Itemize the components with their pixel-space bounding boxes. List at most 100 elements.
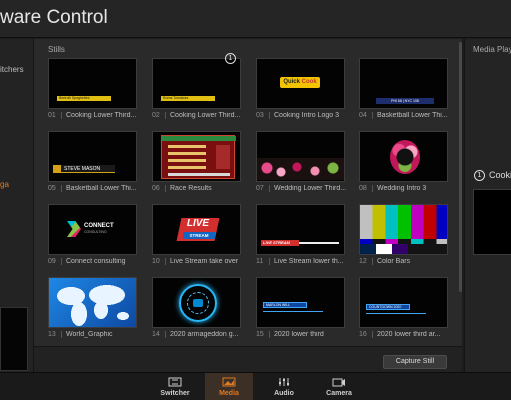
still-tile[interactable]: 08 Wedding Intro 3: [359, 131, 449, 202]
tab-label: Switcher: [160, 390, 190, 397]
still-number: 11: [256, 258, 270, 265]
still-tile[interactable]: MARLON WILL 15 2020 lower third: [256, 277, 346, 343]
score-bug: PHI 68 | NYC 108: [376, 98, 434, 104]
active-still-badge: 1: [225, 53, 236, 64]
tab-camera[interactable]: Camera: [315, 373, 363, 400]
still-caption: 10 Live Stream take over: [152, 258, 242, 270]
stills-scrollbar[interactable]: [459, 42, 462, 292]
still-caption: 11 Live Stream lower th...: [256, 258, 346, 270]
still-tile[interactable]: STEVE MASON 05 Basketball Lower Thi...: [48, 131, 138, 202]
still-caption: 03 Cooking Intro Logo 3: [256, 112, 346, 124]
tab-label: Camera: [326, 390, 352, 397]
lower-third-bar: Bertrolli Spaghettini: [57, 96, 111, 101]
still-caption: 01 Cooking Lower Third...: [48, 112, 138, 124]
still-thumbnail[interactable]: Bertrolli Spaghettini: [48, 58, 137, 109]
still-thumbnail[interactable]: MARLON WILL: [256, 277, 345, 328]
still-caption: 02 Cooking Lower Third...: [152, 112, 242, 124]
still-thumbnail[interactable]: LIVE STREAM: [152, 204, 241, 255]
still-tile[interactable]: 13 World_Graphic: [48, 277, 138, 343]
still-tile[interactable]: 12 Color Bars: [359, 204, 449, 275]
still-tile[interactable]: CONNECT CONSULTING 09 Connect consulting: [48, 204, 138, 275]
still-thumbnail[interactable]: PHI 68 | NYC 108: [359, 58, 448, 109]
still-tile[interactable]: Roma Tomatoes 02 Cooking Lower Third...: [152, 58, 242, 129]
connect-subtitle: CONSULTING: [84, 230, 107, 234]
still-thumbnail[interactable]: [48, 277, 137, 328]
still-tile[interactable]: 14 2020 armageddon g...: [152, 277, 242, 343]
still-label: Cooking Intro Logo 3: [274, 112, 339, 119]
capture-still-button[interactable]: Capture Still: [383, 355, 447, 369]
still-tile[interactable]: LIVE STREAM 11 Live Stream lower th...: [256, 204, 346, 275]
camera-icon: [332, 378, 345, 387]
still-number: 16: [359, 331, 373, 338]
still-label: World_Graphic: [66, 331, 113, 338]
still-label: Color Bars: [377, 258, 411, 265]
still-number: 14: [152, 331, 166, 338]
bottom-tab-bar: Switcher Media Audio Camera: [0, 372, 511, 400]
still-thumbnail[interactable]: LIVE STREAM: [256, 204, 345, 255]
stills-grid: Bertrolli Spaghettini 01 Cooking Lower Thi…: [48, 58, 458, 343]
still-tile[interactable]: Quick Cook 03 Cooking Intro Logo 3: [256, 58, 346, 129]
tab-label: Audio: [274, 390, 294, 397]
still-tile[interactable]: PHI 68 | NYC 108 04 Basketball Lower Thi..…: [359, 58, 449, 129]
still-label: Cooking Lower Third...: [170, 112, 241, 119]
connect-wordmark: CONNECT: [84, 223, 114, 229]
left-item-active[interactable]: ga: [0, 180, 9, 189]
still-thumbnail[interactable]: Roma Tomatoes: [152, 58, 241, 109]
still-caption: 05 Basketball Lower Thi...: [48, 185, 138, 197]
still-label: Race Results: [170, 185, 212, 192]
name-strap: STEVE MASON: [53, 165, 115, 173]
title-bar: ware Control: [0, 0, 511, 38]
stills-footer: Capture Still: [34, 346, 462, 372]
race-results-board: [161, 135, 236, 179]
still-number: 09: [48, 258, 62, 265]
still-number: 01: [48, 112, 62, 119]
still-caption: 04 Basketball Lower Thi...: [359, 112, 449, 124]
still-thumbnail[interactable]: CONNECT CONSULTING: [48, 204, 137, 255]
tab-media[interactable]: Media: [205, 373, 253, 400]
still-number: 07: [256, 185, 270, 192]
still-tile[interactable]: 07 Wedding Lower Third...: [256, 131, 346, 202]
left-panel: itchers ga: [0, 39, 34, 372]
still-caption: 12 Color Bars: [359, 258, 449, 270]
still-label: Wedding Lower Third...: [274, 185, 346, 192]
still-number: 12: [359, 258, 373, 265]
media-player-header: Media Playe: [473, 45, 511, 54]
still-number: 05: [48, 185, 62, 192]
tab-switcher[interactable]: Switcher: [151, 373, 199, 400]
still-label: Connect consulting: [66, 258, 126, 265]
still-thumbnail[interactable]: [152, 277, 241, 328]
still-thumbnail[interactable]: COUNTDOWN 2020: [359, 277, 448, 328]
still-thumbnail[interactable]: [152, 131, 241, 182]
media-icon: [222, 377, 236, 387]
still-tile[interactable]: 06 Race Results: [152, 131, 242, 202]
still-label: 2020 lower third ar...: [377, 331, 441, 338]
tab-audio[interactable]: Audio: [260, 373, 308, 400]
still-label: 2020 lower third: [274, 331, 324, 338]
still-number: 13: [48, 331, 62, 338]
live-stream-lower-third: LIVE STREAM: [261, 240, 299, 246]
still-number: 02: [152, 112, 166, 119]
left-item-switchers[interactable]: itchers: [0, 65, 24, 74]
still-thumbnail[interactable]: [359, 204, 448, 255]
still-label: Cooking Lower Third...: [66, 112, 137, 119]
still-label: Live Stream lower th...: [274, 258, 344, 265]
still-thumbnail[interactable]: STEVE MASON: [48, 131, 137, 182]
still-caption: 07 Wedding Lower Third...: [256, 185, 346, 197]
live-text: LIVE: [186, 218, 210, 229]
floral-wreath: [390, 140, 420, 174]
floral-lower-third: [257, 158, 344, 180]
still-thumbnail[interactable]: [256, 131, 345, 182]
still-tile[interactable]: Bertrolli Spaghettini 01 Cooking Lower Thi…: [48, 58, 138, 129]
lower-third-bar: Roma Tomatoes: [161, 96, 215, 101]
still-thumbnail[interactable]: [359, 131, 448, 182]
still-number: 15: [256, 331, 270, 338]
still-tile[interactable]: COUNTDOWN 2020 16 2020 lower third ar...: [359, 277, 449, 343]
media-player-preview: [473, 189, 511, 255]
lower-third-strap: COUNTDOWN 2020: [366, 304, 410, 310]
audio-icon: [279, 378, 289, 386]
still-tile[interactable]: LIVE STREAM 10 Live Stream take over: [152, 204, 242, 275]
media-player-label: Cooking: [489, 170, 511, 180]
media-player-panel: Media Playe 1 Cooking: [464, 39, 511, 372]
world-map: [49, 278, 136, 327]
still-thumbnail[interactable]: Quick Cook: [256, 58, 345, 109]
